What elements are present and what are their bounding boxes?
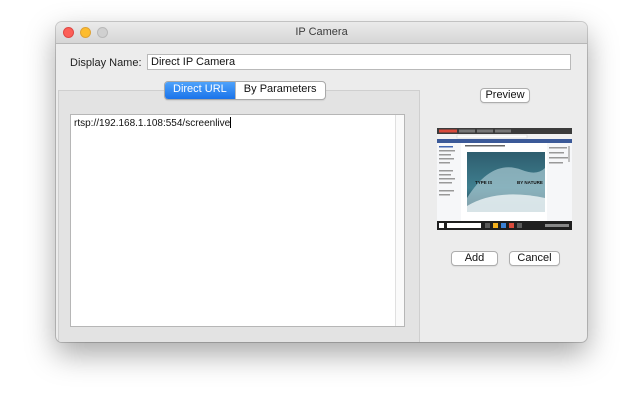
url-mode-segmented-control: Direct URL By Parameters: [164, 81, 326, 100]
display-name-input[interactable]: Direct IP Camera: [147, 54, 571, 70]
tab-direct-url[interactable]: Direct URL: [165, 82, 235, 99]
text-caret: [230, 117, 232, 128]
ip-camera-dialog: IP Camera Display Name: Direct IP Camera…: [56, 22, 587, 342]
preview-screenshot-icon: TYPE IS BY NATURE: [437, 128, 572, 230]
preview-button[interactable]: Preview: [480, 88, 530, 103]
title-bar[interactable]: IP Camera: [56, 22, 587, 44]
url-value: rtsp://192.168.1.108:554/screenlive: [74, 118, 231, 129]
url-text: rtsp://192.168.1.108:554/screenlive: [74, 117, 232, 129]
camera-preview-image: TYPE IS BY NATURE: [437, 128, 572, 230]
cancel-button[interactable]: Cancel: [509, 251, 560, 266]
preview-overlay-right: BY NATURE: [517, 180, 543, 185]
display-name-label: Display Name:: [70, 57, 142, 69]
url-text-area[interactable]: rtsp://192.168.1.108:554/screenlive: [70, 114, 405, 327]
preview-overlay-left: TYPE IS: [475, 180, 492, 185]
tab-by-parameters[interactable]: By Parameters: [234, 82, 325, 99]
add-button[interactable]: Add: [451, 251, 498, 266]
url-text-scrollbar[interactable]: [395, 115, 404, 326]
window-title: IP Camera: [295, 26, 348, 38]
